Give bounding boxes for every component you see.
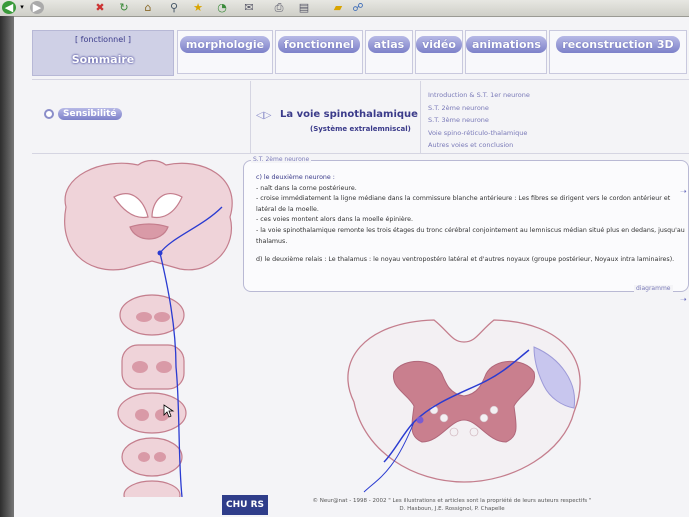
explanation-box: c) le deuxième neurone : - naît dans la … [243, 160, 689, 292]
screen-edge [0, 16, 14, 517]
search-icon[interactable]: ⚲ [168, 1, 180, 14]
text-line: - la voie spinothalamique remonte les tr… [256, 226, 685, 245]
divider [420, 81, 421, 153]
divider [32, 79, 689, 80]
mail-icon[interactable]: ✉ [242, 1, 256, 14]
diagram-label: diagramme [634, 285, 673, 292]
authors-line: D. Hasboun, J.E. Rossignol, P. Chapelle [399, 506, 505, 512]
sensibility-label: Sensibilité [58, 108, 122, 120]
sub-link-spino-reticulo[interactable]: Voie spino-réticulo-thalamique [428, 127, 530, 140]
prev-next-arrows-icon[interactable]: ◁▷ [256, 110, 271, 121]
stop-icon[interactable]: ✖ [94, 1, 106, 14]
sub-link-intro[interactable]: Introduction & S.T. 1er neurone [428, 89, 530, 102]
folder-icon[interactable]: ▰ [332, 1, 344, 14]
arrow-right-icon: ➝ [680, 187, 687, 196]
page-subtitle: (Système extralemniscal) [310, 125, 411, 133]
text-line: - croise immédiatement la ligne médiane … [256, 195, 671, 213]
category-label: [ fonctionnel ] [74, 35, 132, 44]
tab-atlas[interactable]: atlas [365, 30, 413, 74]
brainstem-slices [117, 294, 187, 497]
summary-label: Sommaire [71, 53, 135, 66]
page: [ fonctionnel ] Sommaire morphologie fon… [14, 17, 689, 517]
text-line: - naît dans la corne postérieure. [256, 184, 357, 192]
tab-animations[interactable]: animations [465, 30, 547, 74]
tab-fonctionnel[interactable]: fonctionnel [275, 30, 363, 74]
sub-navigation: Introduction & S.T. 1er neurone S.T. 2èm… [428, 89, 530, 152]
dropdown-icon[interactable]: ▾ [18, 1, 26, 14]
copyright: © Neur@nat - 1998 - 2002 " Les illustrat… [272, 497, 632, 513]
forward-icon[interactable]: ▶ [30, 1, 44, 14]
back-icon[interactable]: ◀ [2, 1, 16, 14]
print-icon[interactable]: ⎙ [272, 1, 286, 14]
page-title: La voie spinothalamique [280, 109, 418, 120]
sub-link-3rd-neuron[interactable]: S.T. 3ème neurone [428, 114, 530, 127]
tab-video[interactable]: vidéo [415, 30, 463, 74]
tab-reconstruction-3d[interactable]: reconstruction 3D [549, 30, 687, 74]
edit-icon[interactable]: ▤ [298, 1, 310, 14]
sub-link-conclusion[interactable]: Autres voies et conclusion [428, 139, 530, 152]
chu-logo: CHU RS [222, 495, 268, 515]
sub-link-2nd-neuron[interactable]: S.T. 2ème neurone [428, 102, 530, 115]
text-line: - ces voies montent alors dans la moelle… [256, 216, 414, 224]
coronal-brain-section [64, 159, 233, 271]
tab-morphologie[interactable]: morphologie [177, 30, 273, 74]
favorites-icon[interactable]: ★ [192, 1, 204, 14]
radio-icon [44, 109, 54, 119]
refresh-icon[interactable]: ↻ [118, 1, 130, 14]
relay-text: d) le deuxième relais : Le thalamus : le… [256, 256, 675, 264]
spinal-cord-section [347, 319, 581, 493]
brain-section-illustration [64, 159, 233, 497]
main-tabs: morphologie fonctionnel atlas vidéo anim… [177, 30, 687, 74]
divider [32, 153, 689, 154]
arrow-right-icon: ➝ [680, 295, 687, 304]
history-icon[interactable]: ◔ [216, 1, 228, 14]
browser-toolbar: ◀ ▾ ▶ ✖ ↻ ⌂ ⚲ ★ ◔ ✉ ⎙ ▤ ▰ ☍ [0, 0, 689, 17]
messenger-icon[interactable]: ☍ [352, 1, 364, 14]
neuron-heading: c) le deuxième neurone : [256, 174, 335, 181]
copyright-line: © Neur@nat - 1998 - 2002 " Les illustrat… [312, 498, 592, 504]
home-icon[interactable]: ⌂ [142, 1, 154, 14]
divider [250, 81, 251, 153]
summary-tab[interactable]: [ fonctionnel ] Sommaire [32, 30, 174, 76]
